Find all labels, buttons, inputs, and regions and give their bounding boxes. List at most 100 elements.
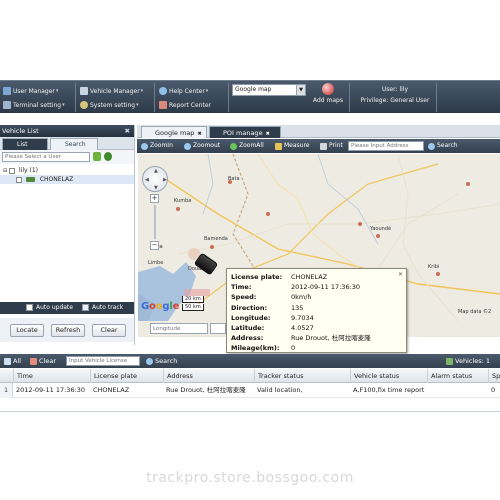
clear-icon [30, 357, 37, 365]
gear-icon [80, 101, 88, 109]
chevron-down-icon[interactable]: ▼ [296, 85, 305, 95]
locate-button[interactable]: Locate [10, 324, 44, 337]
popup-row: Longitude: 9.7034 [231, 313, 314, 322]
vehicle-icon [446, 357, 453, 365]
close-icon[interactable]: ✖ [197, 131, 201, 137]
auto-update-checkbox[interactable]: Auto update [26, 304, 73, 311]
column-header[interactable]: Tracker status [254, 369, 350, 383]
column-header[interactable]: Alarm status [427, 369, 488, 383]
pan-up-icon[interactable]: ▲ [154, 168, 158, 174]
chevron-down-icon: ▾ [62, 102, 65, 108]
tree-vehicle-row[interactable]: CHONELAZ [0, 175, 134, 184]
map-attribution: Map data ©2 [458, 309, 492, 315]
refresh-button[interactable]: Refresh [51, 324, 85, 337]
user-search-row [0, 150, 134, 164]
pan-control[interactable]: ▲ ▼ ◀ ▶ [142, 166, 168, 192]
address-search-input[interactable] [348, 141, 424, 151]
popup-row: Address: Rue Drouot, 杜阿拉喀麦隆 [231, 334, 371, 343]
popup-row: Speed: 0km/h [231, 293, 312, 302]
column-header[interactable]: Sp [488, 369, 500, 383]
clear-button[interactable]: Clear [92, 324, 126, 337]
cell-time: 2012-09-11 17:36:30 [16, 386, 86, 394]
latitude-input[interactable] [210, 323, 226, 334]
pan-right-icon[interactable]: ▶ [163, 177, 167, 183]
map-place-label: Kumba [174, 198, 192, 204]
zoom-in-button[interactable]: ZoomIn [141, 141, 173, 151]
map-scale: 20 km 50 km [182, 296, 204, 312]
city-marker [376, 234, 380, 238]
user-privilege: Privilege: General User [360, 97, 430, 104]
column-header[interactable]: Vehicle status [350, 369, 427, 383]
map-place-label: Limbe [148, 260, 164, 266]
select-all-icon [4, 357, 11, 365]
chevron-down-icon: ▾ [205, 88, 209, 94]
tab-search[interactable]: Search [50, 138, 98, 150]
collapse-icon[interactable]: ⊟ [3, 168, 7, 174]
city-marker [358, 222, 362, 226]
grid-clear-button[interactable]: Clear [30, 356, 56, 366]
column-header[interactable]: License plate [90, 369, 163, 383]
column-header[interactable]: Address [163, 369, 254, 383]
pan-down-icon[interactable]: ▼ [154, 185, 158, 191]
print-button[interactable]: Print [320, 141, 343, 151]
address-search-button[interactable]: Search [428, 141, 458, 151]
system-setting-menu[interactable]: System setting ▾ [80, 99, 139, 111]
popup-row: Mileage(km): 0 [231, 344, 296, 353]
vehicles-count: Vehicles: 1 [446, 356, 490, 366]
tab-poi-manage[interactable]: POI manage ✖ [209, 126, 281, 138]
report-center-menu[interactable]: Report Center [159, 99, 211, 111]
cell-alarm-status [427, 383, 488, 398]
user-search-input[interactable] [2, 152, 90, 162]
group-checkbox[interactable] [9, 167, 16, 174]
map-zoom-in-icon[interactable]: + [150, 194, 159, 203]
zoom-out-button[interactable]: Zoomout [184, 141, 220, 151]
tracking-options: Auto update Auto track [0, 302, 134, 314]
close-icon[interactable]: ✕ [398, 271, 403, 278]
map-zoom-out-icon[interactable]: − [150, 241, 159, 250]
pan-left-icon[interactable]: ◀ [145, 177, 149, 183]
users-icon [3, 87, 11, 95]
vehicle-tree: ⊟ lily (1) CHONELAZ [0, 164, 134, 268]
column-header[interactable]: Time [13, 369, 90, 383]
row-number: 1 [0, 383, 13, 398]
watermark-text: trackpro.store.bossgoo.com [146, 470, 354, 486]
map-provider-select[interactable]: Google map ▼ [232, 84, 306, 96]
refresh-icon[interactable] [104, 152, 112, 161]
tree-group-row[interactable]: ⊟ lily (1) [0, 166, 134, 175]
tab-google-map[interactable]: Google map ✖ [141, 126, 207, 138]
help-center-menu[interactable]: Help Center ▾ [159, 85, 208, 97]
zoom-all-button[interactable]: ZoomAll [230, 141, 264, 151]
map-place-label: Bata [228, 176, 240, 182]
road-1 [177, 203, 500, 255]
cell-speed: 0 [491, 386, 496, 394]
grid-header: Time License plate Address Tracker statu… [0, 369, 500, 383]
close-icon[interactable]: ✖ [266, 131, 270, 137]
popup-row: Time: 2012-09-11 17:36:30 [231, 283, 361, 292]
map-place-label: Yaoundé [370, 226, 392, 232]
table-row[interactable]: 2012-09-11 17:36:30 CHONELAZ Rue Drouot,… [0, 383, 500, 398]
terminal-setting-menu[interactable]: Terminal setting ▾ [3, 99, 65, 111]
google-logo: Google [141, 301, 180, 312]
zoom-slider[interactable] [154, 205, 156, 239]
chevron-down-icon: ▾ [140, 88, 144, 94]
vehicle-manager-menu[interactable]: Vehicle Manager ▾ [80, 85, 143, 97]
add-maps-button[interactable]: Add maps [308, 82, 348, 112]
map-tabs: Google map ✖ POI manage ✖ [137, 125, 500, 138]
vehicle-info-popup: ✕ License plate: CHONELAZ Time: 2012-09-11… [226, 268, 407, 353]
tab-list[interactable]: List [2, 138, 48, 150]
filter-icon[interactable] [93, 152, 101, 161]
pin-icon[interactable]: ✖ [125, 125, 130, 137]
grid-search-button[interactable]: Search [146, 356, 177, 366]
city-marker [176, 207, 180, 211]
auto-track-checkbox[interactable]: Auto track [82, 304, 123, 311]
map-place-label: Bamenda [204, 236, 228, 242]
zoom-in-icon [141, 142, 148, 150]
select-all-button[interactable]: All [4, 356, 21, 366]
longitude-input[interactable] [150, 323, 208, 334]
popup-row: License plate: CHONELAZ [231, 273, 328, 281]
measure-button[interactable]: Measure [275, 141, 310, 151]
map-place-label: Kribi [428, 264, 440, 270]
vehicle-checkbox[interactable] [16, 176, 22, 183]
user-manager-menu[interactable]: User Manager ▾ [3, 85, 58, 97]
plate-search-input[interactable] [66, 356, 140, 366]
